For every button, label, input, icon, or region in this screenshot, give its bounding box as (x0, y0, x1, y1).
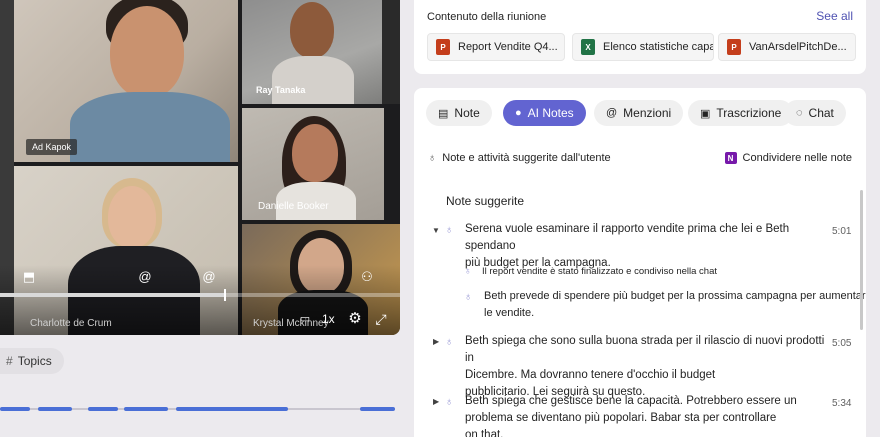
note-text-line: problema se diventano più popolari. Baba… (465, 412, 777, 424)
see-all-link[interactable]: See all (816, 9, 853, 23)
tile-filler (382, 0, 400, 104)
tab-label: Chat (808, 106, 834, 120)
captions-icon[interactable]: ▭ (296, 310, 314, 328)
sub-note-text: Beth prevede di spendere più budget per … (484, 288, 866, 322)
file-chip-vanarsdel-pitch[interactable]: P VanArsdelPitchDe... (718, 33, 856, 61)
mention-icon[interactable]: @ (200, 268, 218, 286)
meeting-timeline[interactable] (0, 405, 395, 413)
note-text-line: Serena vuole esaminare il rapporto vendi… (465, 223, 790, 252)
file-name: Report Vendite Q4... (458, 41, 558, 53)
participant-name-label: Charlotte de Crum (30, 318, 112, 329)
note-text-line: Beth spiega che gestisce bene la capacit… (465, 395, 797, 407)
sub-note-text-line: le vendite. (484, 307, 535, 319)
timeline-segment[interactable] (0, 407, 30, 411)
lightbulb-icon: ♁ (464, 291, 473, 303)
note-timestamp[interactable]: 5:34 (832, 395, 851, 412)
lightbulb-icon: ♁ (445, 224, 454, 236)
note-text-line: Beth spiega che sono sulla buona strada … (465, 335, 825, 364)
tab-label: AI Notes (527, 106, 574, 120)
expand-caret-icon[interactable]: ▶ (433, 337, 439, 346)
tab-trascrizione[interactable]: ▣ Trascrizione (688, 100, 794, 126)
meeting-content-panel: Contenuto della riunione See all P Repor… (414, 0, 866, 74)
expand-caret-icon[interactable]: ▶ (433, 397, 439, 406)
settings-gear-icon[interactable]: ⚙ (346, 310, 364, 328)
playback-speed-button[interactable]: 1x (322, 312, 335, 326)
tab-label: Note (454, 106, 480, 120)
excel-icon: X (581, 39, 595, 55)
tab-chat[interactable]: ◌ Chat (784, 100, 846, 126)
participant-video (14, 0, 238, 162)
tab-note[interactable]: ▤ Note (426, 100, 492, 126)
file-chip-report-vendite[interactable]: P Report Vendite Q4... (427, 33, 565, 61)
lightbulb-icon: ♁ (445, 336, 454, 348)
topics-button[interactable]: # Topics (0, 348, 64, 374)
participant-name-label: Ray Tanaka (256, 85, 306, 95)
transcript-icon: ▣ (700, 107, 711, 120)
lightbulb-icon: ♁ (445, 396, 454, 408)
playback-progress (0, 293, 224, 297)
timeline-segment[interactable] (38, 407, 72, 411)
tab-label: Trascrizione (716, 106, 782, 120)
fullscreen-icon[interactable]: ⤢ (372, 310, 390, 328)
topics-label: Topics (17, 354, 52, 368)
timeline-segment[interactable] (88, 407, 118, 411)
tab-menzioni[interactable]: @ Menzioni (594, 100, 684, 126)
note-timestamp[interactable]: 5:01 (832, 223, 851, 240)
note-timestamp[interactable]: 5:05 (832, 335, 851, 352)
share-screen-icon[interactable]: ⬒ (20, 268, 38, 286)
participant-name-label: Danielle Booker (258, 201, 329, 212)
share-to-notes-button[interactable]: N Condividere nelle note (724, 152, 852, 164)
powerpoint-icon: P (436, 39, 450, 55)
sub-note-text-line: Beth prevede di spendere più budget per … (484, 290, 866, 302)
add-person-icon[interactable]: ⚇ (358, 268, 376, 286)
file-name: VanArsdelPitchDe... (749, 41, 847, 53)
scrubber-handle[interactable] (224, 289, 226, 301)
powerpoint-icon: P (727, 39, 741, 55)
at-icon: @ (606, 107, 618, 119)
playback-scrubber[interactable] (0, 289, 400, 301)
timeline-segment[interactable] (124, 407, 168, 411)
chat-icon: ◌ (796, 107, 803, 119)
participant-name-label: Ad Kapok (26, 139, 78, 155)
notes-scrollbar[interactable] (860, 190, 863, 330)
participant-name-label: Krystal Mckinney (253, 318, 329, 329)
note-text-line: Dicembre. Ma dovranno tenere d'occhio il… (465, 369, 716, 381)
file-name: Elenco statistiche capacità (603, 41, 714, 53)
note-text: Beth spiega che sono sulla buona strada … (465, 333, 825, 401)
participant-tile-ad-kapok: Ad Kapok (14, 0, 238, 162)
sub-note-text: Il report vendite è stato finalizzato e … (482, 266, 717, 277)
lightbulb-icon: ● (515, 107, 522, 119)
timeline-segment[interactable] (360, 407, 395, 411)
tab-ai-notes[interactable]: ● AI Notes (503, 100, 586, 126)
participant-tile-ray-tanaka: Ray Tanaka (242, 0, 382, 104)
onenote-icon: N (724, 152, 737, 164)
meeting-content-title: Contenuto della riunione (427, 11, 547, 23)
lightbulb-icon: ♁ (428, 152, 437, 164)
notes-list[interactable]: Note suggerite ▼ ♁ Serena vuole esaminar… (414, 184, 866, 437)
participant-tile-danielle-booker: Danielle Booker (242, 108, 384, 220)
timeline-segment[interactable] (176, 407, 288, 411)
lightbulb-icon: ♁ (464, 266, 472, 277)
note-text: Beth spiega che gestisce bene la capacit… (465, 393, 797, 437)
suggested-notes-row: ♁ Note e attività suggerite dall'utente (428, 152, 611, 164)
meeting-recording-video[interactable]: Ad Kapok Ray Tanaka Danielle Booker ⬒ @ … (0, 0, 400, 335)
note-icon: ▤ (438, 107, 449, 120)
hashtag-icon: # (6, 354, 13, 368)
suggested-notes-heading: Note suggerite (446, 194, 525, 208)
tab-label: Menzioni (623, 106, 672, 120)
file-chip-elenco-statistiche[interactable]: X Elenco statistiche capacità (572, 33, 714, 61)
suggested-notes-label: Note e attività suggerite dall'utente (442, 152, 611, 164)
notes-panel: ▤ Note ● AI Notes @ Menzioni ▣ Trascrizi… (414, 88, 866, 437)
share-label: Condividere nelle note (742, 152, 852, 164)
collapse-caret-icon[interactable]: ▼ (432, 226, 440, 235)
note-text-line: on that. (465, 429, 504, 437)
mention-icon[interactable]: @ (136, 268, 154, 286)
